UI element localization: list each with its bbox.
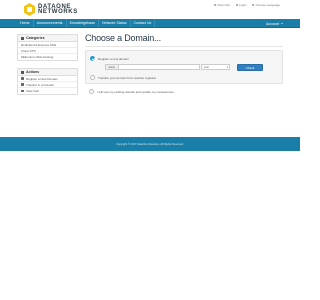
account-menu[interactable]: Account xyxy=(266,22,283,26)
header: DATAONE NETWORKS View Cart Login Choose … xyxy=(0,0,300,20)
chevron-down-icon xyxy=(281,23,283,24)
plus-icon xyxy=(21,70,24,74)
cart-icon xyxy=(21,89,24,93)
brand-name: DATAONE NETWORKS xyxy=(38,4,78,15)
option-transfer-label: Transfer your domain from another regist… xyxy=(98,75,157,80)
actions-title: Actions xyxy=(26,70,40,74)
footer-copyright: Copyright © 2017 DataOne Networks. All R… xyxy=(116,143,184,146)
register-domain-label: Register a New Domain xyxy=(26,76,58,81)
sidebar: Categories Dedicated & Express SSH Cloud… xyxy=(17,34,78,102)
categories-header: Categories xyxy=(18,35,77,42)
shopping-cart-icon xyxy=(21,36,24,40)
nav-announcements[interactable]: Announcements xyxy=(34,19,67,28)
login-link[interactable]: Login xyxy=(236,3,246,7)
option-existing[interactable]: I will use my existing domain and update… xyxy=(89,89,174,94)
main-content: Choose a Domain... Register a new domain… xyxy=(85,33,283,94)
globe-icon xyxy=(252,4,255,6)
language-link[interactable]: Choose Language xyxy=(252,3,280,7)
main-navbar: Home Announcements Knowledgebase Network… xyxy=(0,19,300,28)
account-label: Account xyxy=(266,21,279,26)
transfer-domain-label: Transfer in a Domain xyxy=(26,82,54,87)
radio-existing[interactable] xyxy=(89,89,94,94)
www-prefix: www. xyxy=(105,64,119,70)
top-links: View Cart Login Choose Language xyxy=(214,3,280,7)
option-transfer[interactable]: Transfer your domain from another regist… xyxy=(90,75,156,80)
brand-logo[interactable]: DATAONE NETWORKS xyxy=(24,3,78,16)
divider xyxy=(85,46,283,47)
check-button[interactable]: Check xyxy=(237,64,263,71)
radio-transfer[interactable] xyxy=(90,75,95,80)
nav-home[interactable]: Home xyxy=(17,19,34,28)
actions-header: Actions xyxy=(18,69,77,76)
radio-register[interactable] xyxy=(90,56,95,61)
nav-knowledgebase[interactable]: Knowledgebase xyxy=(67,19,100,28)
option-register-label: Register a new domain xyxy=(98,56,129,61)
sidebar-item-view-cart[interactable]: View Cart xyxy=(18,88,77,94)
globe-icon xyxy=(21,77,24,80)
option-register[interactable]: Register a new domain xyxy=(90,56,129,61)
nav-network-status[interactable]: Network Status xyxy=(99,19,131,28)
brand-logo-icon xyxy=(24,3,35,16)
domain-input[interactable] xyxy=(119,64,200,70)
tld-select[interactable]: .com ▾ xyxy=(201,64,230,70)
view-cart-link[interactable]: View Cart xyxy=(214,3,230,7)
cart-icon xyxy=(214,4,217,6)
option-existing-label: I will use my existing domain and update… xyxy=(97,89,174,94)
sidebar-item-web-hosting[interactable]: Millennium Web Hosting xyxy=(18,54,77,60)
page-title: Choose a Domain... xyxy=(85,33,161,43)
brand-line-2: NETWORKS xyxy=(38,8,78,15)
tld-value: .com xyxy=(203,65,210,69)
actions-panel: Actions Register a New Domain Transfer i… xyxy=(17,68,78,95)
transfer-icon xyxy=(21,83,24,86)
domain-options-box: Register a new domain www. .com ▾ Check … xyxy=(85,50,283,84)
chevron-down-icon: ▾ xyxy=(226,66,228,69)
categories-title: Categories xyxy=(26,36,45,40)
nav-contact-us[interactable]: Contact Us xyxy=(131,19,156,28)
view-cart-label: View Cart xyxy=(26,89,39,93)
categories-panel: Categories Dedicated & Express SSH Cloud… xyxy=(17,34,78,61)
user-icon xyxy=(236,4,239,6)
